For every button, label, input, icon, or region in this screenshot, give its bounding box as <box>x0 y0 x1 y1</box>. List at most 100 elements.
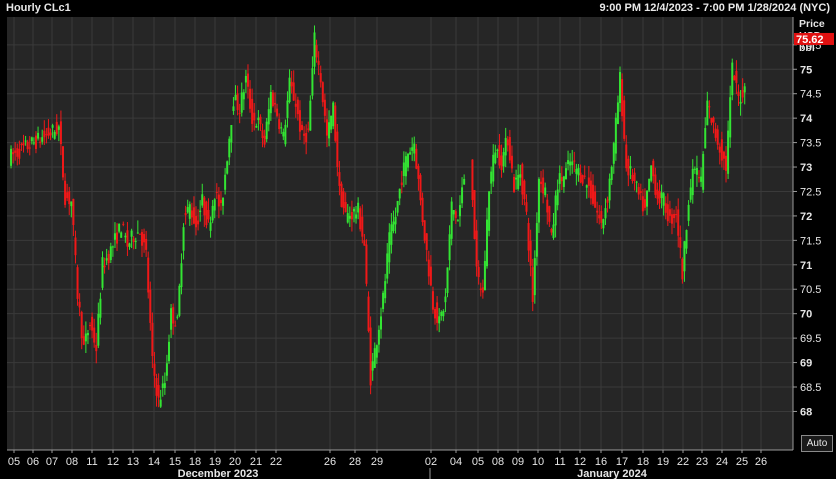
candle-body <box>47 127 50 136</box>
candle-body <box>492 154 495 182</box>
x-tick-label: 22 <box>677 456 689 468</box>
candle-body <box>481 287 484 293</box>
candle-body <box>276 108 279 116</box>
candle-body <box>567 160 570 165</box>
candle-body <box>149 289 152 323</box>
candlestick-chart[interactable]: 68 68.5 69 69.5 70 70.5 71 71.5 72 72.5 73 73.5 74 74… <box>0 0 836 479</box>
x-tick-label: 20 <box>229 456 241 468</box>
candle-body <box>558 173 561 184</box>
candle-body <box>282 131 285 137</box>
candle-body <box>517 174 520 190</box>
x-tick-label: 04 <box>450 456 462 468</box>
candle-body <box>600 211 603 223</box>
candle-body <box>14 150 17 153</box>
candle-body <box>292 82 295 101</box>
candle-body <box>404 156 407 177</box>
x-axis: 05 06 07 08 11 12 13 14 15 18 19 20 21 22 26 28 29 02 04 05… <box>8 450 767 479</box>
candle-body <box>384 281 387 299</box>
candle-body <box>631 174 634 182</box>
candle-body <box>498 145 501 166</box>
candle-body <box>257 117 260 121</box>
candle-body <box>269 91 272 114</box>
candle-body <box>330 115 333 130</box>
candle-body <box>488 191 491 231</box>
candle-body <box>138 233 141 235</box>
candle-body <box>411 147 414 151</box>
candle-body <box>190 210 193 218</box>
candle-body <box>679 237 682 248</box>
candle-body <box>86 332 89 336</box>
candle-body <box>126 230 129 247</box>
candle-body <box>708 106 711 108</box>
candle-body <box>350 212 353 220</box>
y-tick-label: 68.5 <box>800 382 821 394</box>
candle-body <box>168 341 170 362</box>
x-tick-label: 16 <box>595 456 607 468</box>
candle-body <box>739 101 742 104</box>
candle-body <box>224 174 227 190</box>
candle-body <box>325 119 328 136</box>
candle-body <box>332 102 335 127</box>
x-tick-label: 19 <box>209 456 221 468</box>
candle-body <box>45 134 48 136</box>
candle-body <box>442 311 445 317</box>
candle-body <box>490 171 493 184</box>
candle-body <box>423 220 426 241</box>
candle-body <box>284 124 287 145</box>
candle-body <box>128 243 131 248</box>
candle-body <box>348 215 351 219</box>
candle-body <box>716 129 719 145</box>
y-tick-label: 74.5 <box>800 89 821 101</box>
auto-scale-button[interactable]: Auto <box>801 435 833 452</box>
candle-body <box>417 165 420 179</box>
candle-body <box>419 175 422 201</box>
candle-body <box>238 113 241 115</box>
candle-body <box>562 176 565 187</box>
candle-body <box>513 176 516 193</box>
candle-body <box>213 199 216 211</box>
candle-body <box>84 333 87 342</box>
candle-body <box>205 201 208 226</box>
x-tick-label: 28 <box>349 456 361 468</box>
candle-body <box>365 244 368 284</box>
candle-body <box>55 121 58 134</box>
candle-body <box>294 103 297 107</box>
candle-body <box>722 151 725 159</box>
x-tick-label: 24 <box>716 456 728 468</box>
candle-body <box>93 327 96 343</box>
candle-body <box>643 199 646 208</box>
candle-body <box>303 133 306 136</box>
candle-body <box>147 257 150 293</box>
x-tick-label: 18 <box>189 456 201 468</box>
candle-body <box>650 165 653 181</box>
candle-body <box>336 131 339 168</box>
candle-body <box>598 214 601 219</box>
y-tick-label: 70 <box>800 309 812 321</box>
candle-body <box>425 233 428 250</box>
candle-body <box>452 210 455 215</box>
candle-body <box>556 189 559 206</box>
candle-body <box>82 336 85 345</box>
candle-body <box>197 220 200 225</box>
candle-body <box>394 216 397 225</box>
candle-body <box>209 222 212 231</box>
candle-body <box>361 216 364 237</box>
x-tick-label: 08 <box>492 456 504 468</box>
candle-body <box>219 199 222 204</box>
x-tick-label: 07 <box>46 456 58 468</box>
candle-body <box>554 195 557 226</box>
candle-body <box>743 86 746 93</box>
candle-body <box>176 316 179 318</box>
candle-body <box>161 383 164 389</box>
candle-body <box>535 223 538 257</box>
candle-body <box>486 219 488 267</box>
candle-body <box>623 100 626 139</box>
candle-body <box>26 141 29 150</box>
x-tick-label: 26 <box>324 456 336 468</box>
x-tick-label: 29 <box>371 456 383 468</box>
candle-body <box>222 197 225 206</box>
candle-body <box>664 203 667 213</box>
x-tick-label: 14 <box>148 456 160 468</box>
candle-body <box>122 223 125 225</box>
candle-body <box>116 232 119 244</box>
